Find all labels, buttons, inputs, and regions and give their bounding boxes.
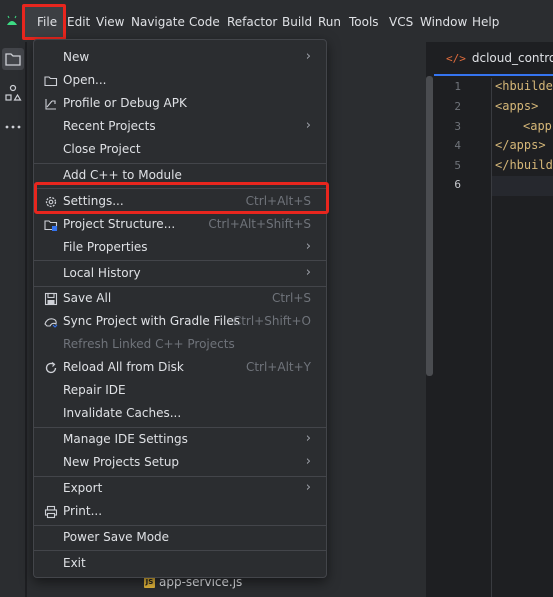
menu-vcs[interactable]: VCS xyxy=(389,13,413,31)
xml-file-icon: </> xyxy=(446,51,466,65)
line-number: 5 xyxy=(454,159,461,172)
more-tools-button[interactable] xyxy=(2,116,24,138)
structure-icon xyxy=(5,84,22,101)
structure-tool-button[interactable] xyxy=(2,82,24,104)
menu-view[interactable]: View xyxy=(96,13,124,31)
menu-add-cpp-module[interactable]: Add C++ to Module xyxy=(35,164,325,187)
menu-exit[interactable]: Exit xyxy=(35,552,325,575)
menu-settings[interactable]: Settings... Ctrl+Alt+S xyxy=(35,190,325,213)
menu-power-save-mode[interactable]: Power Save Mode xyxy=(35,526,325,549)
menu-print[interactable]: Print... xyxy=(35,500,325,523)
menu-save-all[interactable]: Save All Ctrl+S xyxy=(35,287,325,310)
more-dots-icon xyxy=(5,125,21,129)
menu-reload-from-disk[interactable]: Reload All from Disk Ctrl+Alt+Y xyxy=(35,356,325,379)
menu-code[interactable]: Code xyxy=(189,13,220,31)
menu-tools[interactable]: Tools xyxy=(349,13,379,31)
chevron-right-icon: › xyxy=(305,49,311,64)
editor-tab[interactable]: </> dcloud_control.xm xyxy=(434,42,553,76)
save-icon xyxy=(44,292,58,306)
chevron-right-icon: › xyxy=(305,239,311,254)
menu-repair-ide[interactable]: Repair IDE xyxy=(35,379,325,402)
menu-close-project[interactable]: Close Project xyxy=(35,138,325,161)
code-line[interactable]: </hbuilde xyxy=(495,158,553,172)
chevron-right-icon: › xyxy=(305,265,311,280)
menu-separator xyxy=(34,550,326,551)
tool-window-strip xyxy=(0,42,26,597)
menu-build[interactable]: Build xyxy=(282,13,312,31)
printer-icon xyxy=(44,505,58,519)
code-line[interactable]: <app xyxy=(523,119,552,133)
menu-edit[interactable]: Edit xyxy=(67,13,90,31)
menu-refresh-linked-cpp[interactable]: Refresh Linked C++ Projects xyxy=(35,333,325,356)
menu-new[interactable]: New › xyxy=(35,46,325,69)
menu-recent-projects[interactable]: Recent Projects › xyxy=(35,115,325,138)
menu-file[interactable]: File xyxy=(37,13,57,31)
android-studio-icon xyxy=(7,15,17,25)
menu-new-projects-setup[interactable]: New Projects Setup › xyxy=(35,451,325,474)
menu-separator xyxy=(34,188,326,189)
code-line[interactable]: </apps> xyxy=(495,138,546,152)
file-dropdown-menu: New › Open... Profile or Debug APK Recen… xyxy=(33,39,327,578)
profile-apk-icon xyxy=(45,99,56,110)
menu-manage-ide-settings[interactable]: Manage IDE Settings › xyxy=(35,428,325,451)
line-number: 1 xyxy=(454,80,461,93)
project-tool-button[interactable] xyxy=(2,48,24,70)
reload-icon xyxy=(45,362,57,374)
project-scrollbar[interactable] xyxy=(426,76,433,376)
line-number: 3 xyxy=(454,120,461,133)
code-line[interactable]: <hbuilde xyxy=(495,79,553,93)
menu-window[interactable]: Window xyxy=(420,13,467,31)
line-number: 6 xyxy=(454,178,461,191)
menu-separator xyxy=(34,260,326,261)
project-structure-icon xyxy=(44,220,58,231)
gear-icon xyxy=(45,196,57,208)
line-number-gutter: 1 2 3 4 5 6 xyxy=(434,78,492,597)
code-line[interactable]: <apps> xyxy=(495,99,538,113)
folder-icon xyxy=(5,53,21,66)
menu-profile-debug-apk[interactable]: Profile or Debug APK xyxy=(35,92,325,115)
chevron-right-icon: › xyxy=(305,118,311,133)
gradle-sync-icon xyxy=(44,318,58,328)
folder-icon xyxy=(44,76,58,87)
menu-local-history[interactable]: Local History › xyxy=(35,262,325,285)
menu-help[interactable]: Help xyxy=(472,13,499,31)
menu-open[interactable]: Open... xyxy=(35,69,325,92)
chevron-right-icon: › xyxy=(305,480,311,495)
main-menubar: File Edit View Navigate Code Refactor Bu… xyxy=(0,0,553,42)
menu-export[interactable]: Export › xyxy=(35,477,325,500)
menu-project-structure[interactable]: Project Structure... Ctrl+Alt+Shift+S xyxy=(35,213,325,236)
chevron-right-icon: › xyxy=(305,431,311,446)
menu-invalidate-caches[interactable]: Invalidate Caches... xyxy=(35,402,325,425)
menu-navigate[interactable]: Navigate xyxy=(131,13,185,31)
line-number: 2 xyxy=(454,100,461,113)
menu-run[interactable]: Run xyxy=(318,13,341,31)
chevron-right-icon: › xyxy=(305,454,311,469)
menu-file-properties[interactable]: File Properties › xyxy=(35,236,325,259)
editor-tab-label: dcloud_control.xm xyxy=(471,51,553,65)
line-number: 4 xyxy=(454,139,461,152)
menu-sync-gradle[interactable]: Sync Project with Gradle Files Ctrl+Shif… xyxy=(35,310,325,333)
menu-refactor[interactable]: Refactor xyxy=(227,13,277,31)
